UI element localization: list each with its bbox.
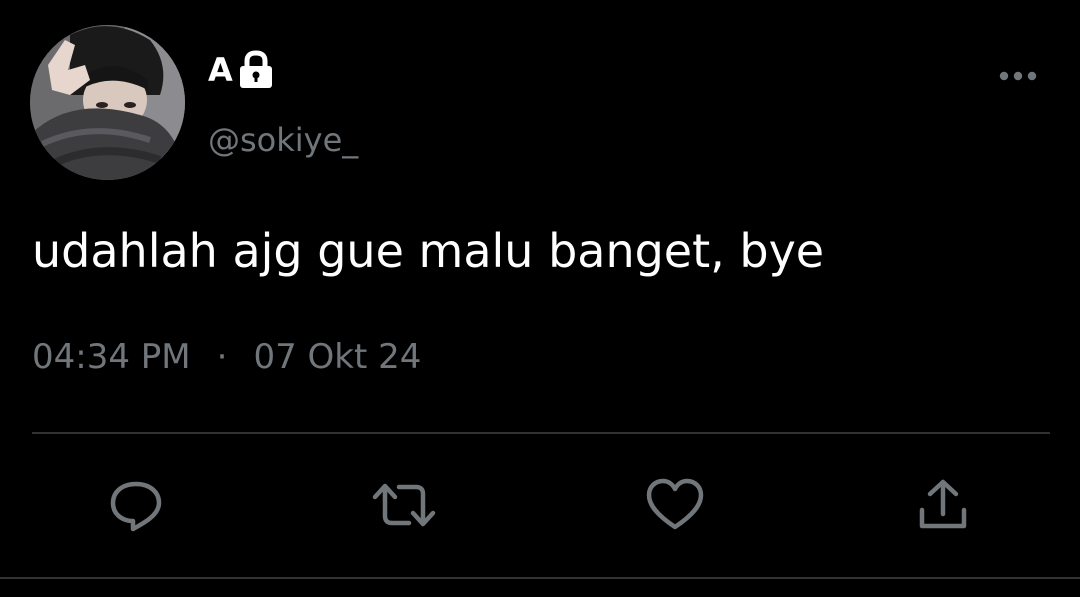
user-handle[interactable]: @sokiye_ <box>208 118 358 162</box>
reply-button[interactable] <box>101 470 171 540</box>
tweet-time[interactable]: 04:34 PM <box>32 334 191 380</box>
tweet-date[interactable]: 07 Okt 24 <box>253 334 421 380</box>
tweet-card: A @sokiye_ udahlah ajg gue malu banget, … <box>0 0 1080 597</box>
heart-icon <box>646 478 704 530</box>
display-name[interactable]: A <box>208 48 233 92</box>
like-button[interactable] <box>640 470 710 540</box>
share-button[interactable] <box>908 470 978 540</box>
more-horizontal-icon <box>999 71 1037 81</box>
avatar[interactable] <box>30 25 185 180</box>
lock-icon <box>237 49 279 91</box>
share-icon <box>919 479 967 529</box>
tweet-timestamp[interactable]: 04:34 PM · 07 Okt 24 <box>32 334 421 380</box>
avatar-image <box>30 25 185 180</box>
action-bar <box>0 470 1080 540</box>
retweet-icon <box>372 483 436 527</box>
retweet-button[interactable] <box>369 470 439 540</box>
tweet-text: udahlah ajg gue malu banget, bye <box>32 224 825 278</box>
display-name-row[interactable]: A <box>208 48 279 92</box>
meta-separator: · <box>216 337 228 377</box>
reply-icon <box>110 481 162 532</box>
more-options-button[interactable] <box>990 58 1046 94</box>
divider <box>32 432 1050 434</box>
bottom-divider <box>0 577 1080 579</box>
